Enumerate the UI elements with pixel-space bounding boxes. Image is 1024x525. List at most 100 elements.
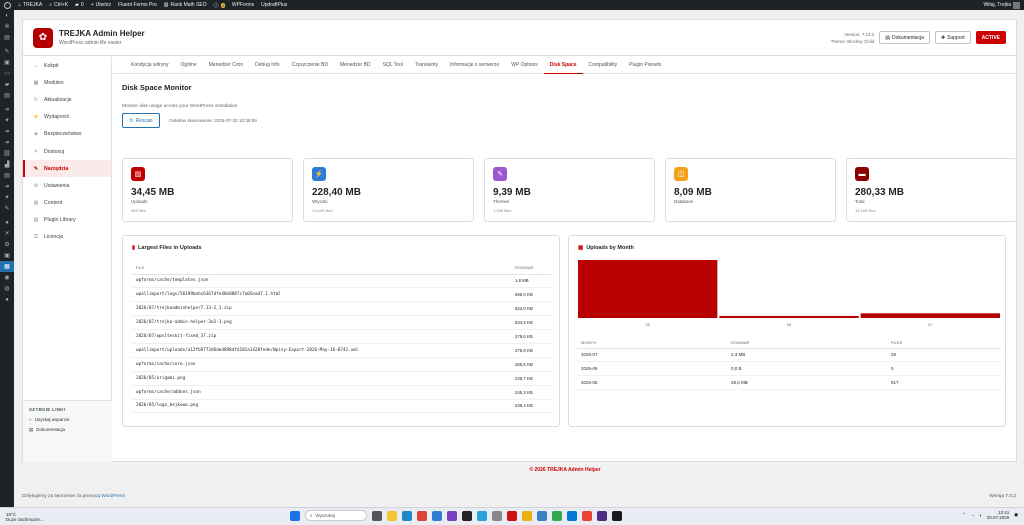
wrench-icon[interactable]: ✎ bbox=[0, 203, 14, 214]
app-icon[interactable] bbox=[582, 510, 592, 521]
seo-icon[interactable]: ◍ bbox=[0, 283, 14, 294]
wordpress-link[interactable]: WordPress bbox=[101, 494, 125, 499]
tab-informacje-o-serwerze[interactable]: Informacje o serwerze bbox=[444, 57, 505, 74]
volume-icon[interactable]: ◖ bbox=[979, 513, 982, 518]
arrow-icon[interactable]: ➜ bbox=[0, 126, 14, 137]
chrome-icon[interactable] bbox=[417, 510, 427, 521]
filezilla-icon[interactable] bbox=[507, 510, 517, 521]
sidebar-item-dostosuj[interactable]: ✎ Dostosuj bbox=[23, 143, 111, 160]
windows-start-icon[interactable] bbox=[290, 510, 300, 521]
tools-icon[interactable]: ✕ bbox=[0, 228, 14, 239]
quick-link-support[interactable]: ○ Usyskaj wsparcie bbox=[29, 417, 106, 422]
link-icon[interactable]: ⛓ bbox=[0, 148, 14, 159]
task-view-icon[interactable] bbox=[372, 510, 382, 521]
tab-sql-tool[interactable]: SQL Tool bbox=[377, 57, 409, 74]
arrow-icon[interactable]: ➜ bbox=[0, 137, 14, 148]
tab-kondycja-witryny[interactable]: Kondycja witryny bbox=[125, 57, 175, 74]
sidebar-item-plugin-library[interactable]: ▥ Plugin Library bbox=[23, 212, 111, 229]
tab-wp-options[interactable]: WP Options bbox=[505, 57, 544, 74]
account-menu[interactable]: Witaj, Trejka bbox=[983, 1, 1020, 9]
rank-math-link[interactable]: ▥ Rank Math SEO bbox=[164, 2, 207, 8]
plugin-logo-icon: ✿ bbox=[33, 27, 53, 48]
chrome-icon[interactable] bbox=[552, 510, 562, 521]
rescan-button[interactable]: ↻ Rescan bbox=[122, 113, 160, 128]
wifi-icon[interactable]: ◔ bbox=[971, 513, 974, 518]
tab-compatibility[interactable]: Compatibility bbox=[583, 57, 624, 74]
notes-icon[interactable] bbox=[522, 510, 532, 521]
new-content-link[interactable]: + Utwórz bbox=[91, 2, 111, 8]
chart-icon[interactable]: ▟ bbox=[0, 159, 14, 170]
support-button[interactable]: ✚ Support bbox=[934, 31, 971, 44]
sidebar-item-ustawienia[interactable]: ⚙ Ustawienia bbox=[23, 177, 111, 194]
terminal-icon[interactable] bbox=[462, 510, 472, 521]
notification-icon[interactable]: ◼ bbox=[1014, 512, 1018, 518]
app-icon[interactable] bbox=[597, 510, 607, 521]
sidebar-item-aktualizacje[interactable]: ↻ Aktualizacje bbox=[23, 91, 111, 108]
photos-icon[interactable] bbox=[537, 510, 547, 521]
file-explorer-icon[interactable] bbox=[387, 510, 397, 521]
tab-debug-info[interactable]: Debug Info bbox=[249, 57, 285, 74]
tab-mened-er-bd[interactable]: Menedżer BD bbox=[334, 57, 377, 74]
plugin-icon[interactable]: ✦ bbox=[0, 115, 14, 126]
app-icon[interactable] bbox=[612, 510, 622, 521]
comments-link[interactable]: ▰ 0 bbox=[75, 2, 84, 8]
sidebar-item-licencja[interactable]: ⚿ Licencja bbox=[23, 229, 111, 246]
taskbar-search[interactable]: ⌕ Wyszukaj bbox=[305, 510, 367, 521]
tool-icon[interactable]: ✲ bbox=[0, 21, 14, 32]
comment-bubble-icon[interactable]: ▰ bbox=[0, 79, 14, 90]
collapse-icon[interactable]: ● bbox=[0, 294, 14, 305]
circle-icon[interactable]: ◉ bbox=[0, 272, 14, 283]
form-icon[interactable]: ▤ bbox=[0, 90, 14, 101]
plugin-icon[interactable]: ✦ bbox=[0, 192, 14, 203]
table-row: 2026-06 0,0 B0 bbox=[577, 361, 1001, 377]
tab-mened-er-cron[interactable]: Menedżer Cron bbox=[203, 57, 249, 74]
sidebar-item-kokpit[interactable]: ⌂ Kokpit bbox=[23, 57, 111, 74]
sidebar-item-bezpieczeństwo[interactable]: ◈ Bezpieczeństwo bbox=[23, 126, 111, 143]
comments-icon[interactable]: ▤ bbox=[0, 32, 14, 43]
edge-icon[interactable] bbox=[402, 510, 412, 521]
form-icon[interactable]: ▤ bbox=[0, 170, 14, 181]
tab-transienty[interactable]: Transienty bbox=[409, 57, 444, 74]
app-icon[interactable] bbox=[447, 510, 457, 521]
updraftplus-link[interactable]: UpdraftPlus bbox=[261, 2, 287, 8]
settings-icon[interactable] bbox=[492, 510, 502, 521]
sidebar-item-narzędzia[interactable]: ✎ Narzędzia bbox=[23, 160, 111, 178]
taskbar-clock[interactable]: 12:41 20.07.2026 bbox=[987, 510, 1010, 520]
command-palette-link[interactable]: ⌕ Ctrl+K bbox=[49, 2, 68, 8]
site-name-link[interactable]: ⌂ TREJKA bbox=[18, 2, 42, 8]
sidebar-item-wydajność[interactable]: ⚡ Wydajność bbox=[23, 109, 111, 126]
wordpress-logo-icon[interactable] bbox=[4, 1, 11, 9]
plug-icon: ⚡ bbox=[312, 167, 326, 181]
pages-icon[interactable]: ▭ bbox=[0, 68, 14, 79]
col-files: FILES bbox=[887, 337, 1001, 349]
pin-icon[interactable]: ✎ bbox=[0, 46, 14, 57]
media-icon[interactable]: ▣ bbox=[0, 57, 14, 68]
card-value: 8,09 MB bbox=[674, 187, 712, 198]
app-icon[interactable] bbox=[567, 510, 577, 521]
fluent-forms-link[interactable]: Fluent Forms Pro bbox=[118, 2, 157, 8]
tab-czyszczenie-bd[interactable]: Czyszczenie BD bbox=[286, 57, 334, 74]
quick-link-docs[interactable]: ▤ Dokumentacja bbox=[29, 427, 106, 433]
store-icon[interactable] bbox=[432, 510, 442, 521]
table-icon[interactable]: ▦ bbox=[0, 261, 14, 272]
arrow-icon[interactable]: ➜ bbox=[0, 104, 14, 115]
sidebar-item-label: Narzędzia bbox=[44, 165, 69, 172]
settings-icon[interactable]: ⚙ bbox=[0, 239, 14, 250]
notifications-link[interactable]: ⓘ 4 bbox=[214, 2, 225, 9]
image-icon: ▨ bbox=[131, 167, 145, 181]
active-plugin-icon[interactable]: ▣ bbox=[0, 250, 14, 261]
users-icon[interactable]: ● bbox=[0, 217, 14, 228]
tab-og-lne[interactable]: Ogólne bbox=[175, 57, 203, 74]
telegram-icon[interactable] bbox=[477, 510, 487, 521]
wpforms-link[interactable]: WPForms bbox=[232, 2, 254, 8]
tab-disk-space[interactable]: Disk Space bbox=[543, 57, 583, 74]
sidebar-item-content[interactable]: ▤ Content bbox=[23, 195, 111, 212]
dashboard-icon[interactable]: ◐ bbox=[0, 10, 14, 21]
weather-widget[interactable]: 19°C Duże zachmurze... bbox=[6, 512, 44, 522]
sidebar-item-modules[interactable]: ▦ Modules bbox=[23, 74, 111, 91]
tab-plugin-presets[interactable]: Plugin Presets bbox=[623, 57, 667, 74]
taskbar-apps: ⌕ Wyszukaj bbox=[290, 510, 622, 521]
chevron-up-icon[interactable]: ⌃ bbox=[963, 512, 967, 518]
arrow-icon[interactable]: ➜ bbox=[0, 181, 14, 192]
documentation-button[interactable]: ▤ Dokumentacja bbox=[879, 31, 930, 44]
